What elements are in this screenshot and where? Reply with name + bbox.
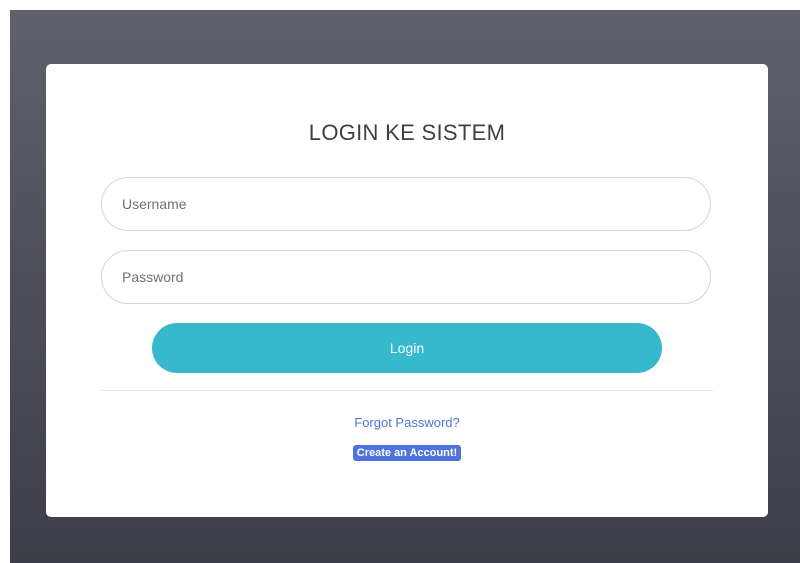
create-account-link[interactable]: Create an Account! — [352, 445, 462, 461]
create-account-row: Create an Account! — [46, 443, 768, 461]
password-input[interactable] — [101, 250, 711, 304]
page-title: LOGIN KE SISTEM — [308, 120, 506, 145]
top-strip — [0, 0, 800, 10]
login-button[interactable]: Login — [152, 323, 662, 373]
username-input[interactable] — [101, 177, 711, 231]
divider — [101, 390, 713, 391]
forgot-password-link[interactable]: Forgot Password? — [46, 415, 768, 430]
login-card: LOGIN KE SISTEM Login Forgot Password? C… — [46, 64, 768, 517]
